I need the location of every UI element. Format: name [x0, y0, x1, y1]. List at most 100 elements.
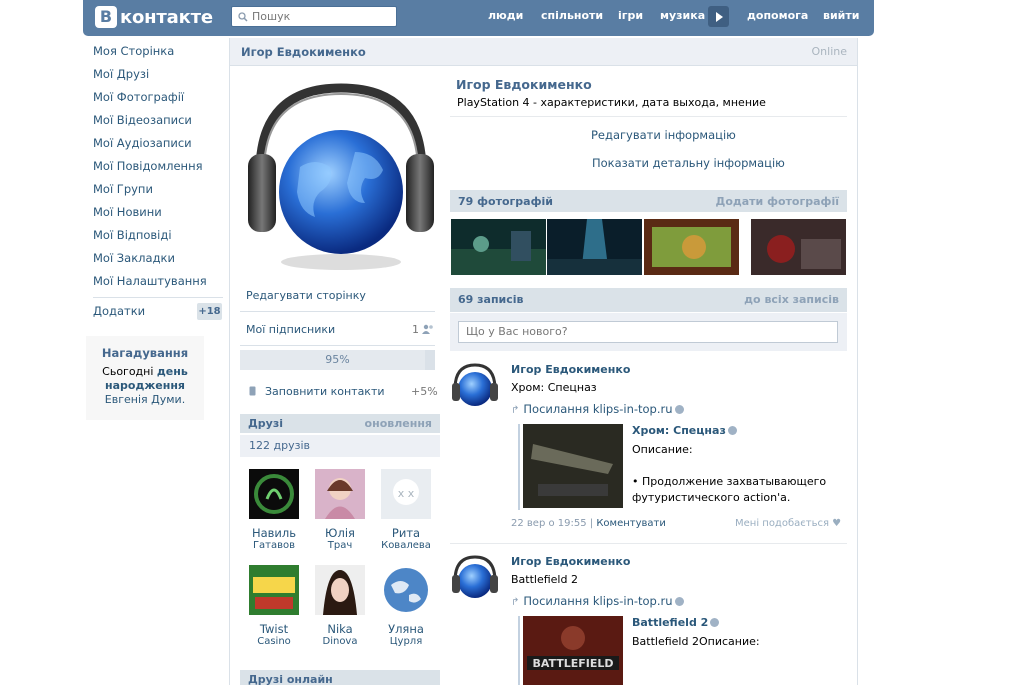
vk-logo-icon: В: [95, 6, 117, 28]
friend-item[interactable]: Nika Dinova: [307, 565, 373, 647]
online-status: Online: [811, 45, 847, 58]
post-attachment[interactable]: Хром: Спецназ Описание: • Продолжение за…: [518, 424, 838, 510]
attachment-desc-label: Описание:: [632, 443, 693, 456]
photos-header[interactable]: 79 фотографій Додати фотографії: [450, 190, 847, 212]
progress-text: 95%: [325, 353, 350, 366]
friend-avatar: [249, 565, 299, 615]
post-author-avatar[interactable]: [450, 361, 500, 411]
friend-last-name: Гатавов: [252, 540, 296, 551]
fill-contacts-link[interactable]: Заповнити контакти: [265, 385, 385, 398]
post-text: Battlefield 2: [511, 573, 578, 586]
friend-item[interactable]: Навиль Гатавов: [241, 469, 307, 551]
all-posts-link[interactable]: до всіх записів: [744, 293, 839, 306]
nav-music[interactable]: музика: [660, 9, 705, 22]
like-button[interactable]: Мені подобається ♥: [735, 518, 841, 529]
apps-count-badge: +18: [197, 303, 222, 320]
edit-info-link[interactable]: Редагувати інформацію: [591, 128, 736, 142]
photo-thumbnail[interactable]: [547, 219, 642, 275]
music-play-button[interactable]: [708, 6, 729, 27]
attachment-title[interactable]: Battlefield 2: [632, 616, 720, 629]
show-details-link[interactable]: Показати детальну інформацію: [592, 156, 785, 170]
followers-link[interactable]: Мої підписники: [246, 323, 335, 336]
vk-logo[interactable]: В контакте: [95, 5, 213, 29]
profile-header: Игор Евдокименко Online: [230, 38, 857, 66]
menu-my-friends[interactable]: Мої Друзі: [84, 63, 226, 86]
friend-item[interactable]: Twist Casino: [241, 565, 307, 647]
post-shared-link[interactable]: ↱ Посилання klips-in-top.ru: [511, 402, 684, 416]
post-shared-link[interactable]: ↱ Посилання klips-in-top.ru: [511, 594, 684, 608]
profile-status[interactable]: PlayStation 4 - характеристики, дата вых…: [457, 96, 766, 109]
profile-main: Игор Евдокименко Online Редагувати сторі…: [229, 38, 858, 685]
wall-title: 69 записів: [458, 293, 524, 306]
attachment-desc-line: • Продолжение захватывающего: [632, 475, 827, 488]
menu-my-news[interactable]: Мої Новини: [84, 201, 226, 224]
friends-header[interactable]: Друзі оновлення: [240, 414, 440, 433]
post-date[interactable]: 22 вер о 19:55: [511, 518, 587, 529]
search-input[interactable]: Пошук: [231, 6, 397, 27]
menu-my-settings[interactable]: Мої Налаштування: [84, 270, 226, 293]
friend-item[interactable]: Юлія Трач: [307, 469, 373, 551]
wall-header[interactable]: 69 записів до всіх записів: [450, 288, 847, 312]
friend-avatar-placeholder-icon: x x: [381, 469, 431, 519]
friends-online-header[interactable]: Друзі онлайн: [240, 670, 440, 685]
nav-people[interactable]: люди: [488, 9, 523, 22]
reminder-birthday-link[interactable]: день: [157, 365, 188, 378]
nav-games[interactable]: ігри: [618, 9, 643, 22]
friends-count[interactable]: 122 друзів: [240, 435, 440, 457]
vk-logo-text: контакте: [120, 6, 213, 28]
menu-my-messages[interactable]: Мої Повідомлення: [84, 155, 226, 178]
new-post-input[interactable]: Що у Вас нового?: [458, 321, 838, 343]
menu-my-groups[interactable]: Мої Групи: [84, 178, 226, 201]
friend-first-name: Nika: [327, 622, 353, 636]
friend-item[interactable]: x x Рита Ковалева: [373, 469, 439, 551]
menu-divider: [93, 297, 223, 298]
divider: [240, 345, 435, 346]
friend-avatar: [315, 469, 365, 519]
photos-title: 79 фотографій: [458, 195, 553, 208]
nav-communities[interactable]: спільноти: [541, 9, 603, 22]
photo-thumbnail[interactable]: [644, 219, 739, 275]
post-meta: 22 вер о 19:55 | Коментувати: [511, 518, 666, 529]
menu-apps[interactable]: Додатки +18: [84, 300, 226, 322]
post-attachment[interactable]: BATTLEFIELD Battlefield 2 Battlefield 2О…: [518, 616, 838, 685]
photo-thumbnail[interactable]: [751, 219, 846, 275]
add-photos-link[interactable]: Додати фотографії: [716, 195, 839, 208]
edit-page-link[interactable]: Редагувати сторінку: [246, 289, 366, 302]
search-icon: [238, 11, 248, 22]
attachment-image: [523, 424, 623, 508]
friends-updates-link[interactable]: оновлення: [365, 417, 432, 430]
followers-icon: [422, 324, 433, 334]
nav-help[interactable]: допомога: [747, 9, 808, 22]
reminder-birthday-word[interactable]: народження: [105, 379, 185, 392]
menu-my-photos[interactable]: Мої Фотографії: [84, 86, 226, 109]
birthday-reminder: Нагадування Сьогодні день народження Евг…: [86, 336, 204, 420]
nav-logout[interactable]: вийти: [823, 9, 859, 22]
friend-avatar: [249, 469, 299, 519]
menu-my-bookmarks[interactable]: Мої Закладки: [84, 247, 226, 270]
link-badge-icon: [674, 597, 684, 606]
reminder-person[interactable]: Евгенія Думи.: [105, 393, 185, 406]
friend-first-name: Рита: [391, 526, 421, 540]
profile-avatar[interactable]: [240, 82, 442, 274]
friend-item[interactable]: Уляна Цурля: [373, 565, 439, 647]
divider: [240, 311, 435, 312]
menu-my-videos[interactable]: Мої Відеозаписи: [84, 109, 226, 132]
friend-first-name: Навиль: [251, 526, 297, 540]
phone-icon: [249, 386, 256, 396]
link-badge-icon: [710, 618, 720, 627]
profile-completion-bar: 95%: [240, 350, 435, 370]
menu-my-audio[interactable]: Мої Аудіозаписи: [84, 132, 226, 155]
photo-thumbnail[interactable]: [451, 219, 546, 275]
post-author[interactable]: Игор Евдокименко: [511, 363, 630, 376]
menu-my-page[interactable]: Моя Сторінка: [84, 40, 226, 63]
left-menu: Моя Сторінка Мої Друзі Мої Фотографії Мо…: [84, 40, 226, 322]
menu-my-answers[interactable]: Мої Відповіді: [84, 224, 226, 247]
link-badge-icon: [727, 426, 737, 435]
attachment-title[interactable]: Хром: Спецназ: [632, 424, 737, 437]
friend-avatar: [315, 565, 365, 615]
post-author[interactable]: Игор Евдокименко: [511, 555, 630, 568]
friend-last-name: Ковалева: [381, 540, 431, 551]
comment-link[interactable]: Коментувати: [596, 518, 666, 529]
post-author-avatar[interactable]: [450, 553, 500, 603]
divider: [450, 116, 847, 117]
